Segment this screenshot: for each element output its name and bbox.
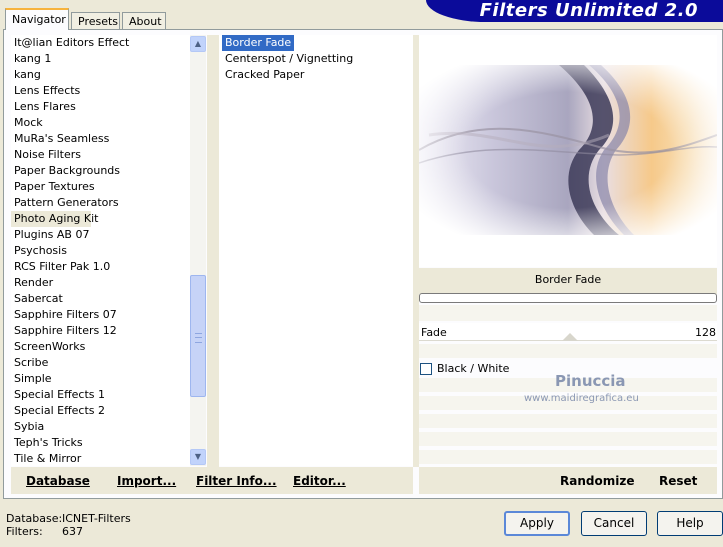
progress-bar	[419, 293, 717, 303]
category-item[interactable]: Scribe	[11, 355, 190, 371]
randomize-link[interactable]: Randomize	[560, 474, 634, 488]
category-item[interactable]: Sabercat	[11, 291, 190, 307]
category-item[interactable]: Pattern Generators	[11, 195, 190, 211]
category-item[interactable]: MuRa's Seamless	[11, 131, 190, 147]
cancel-button[interactable]: Cancel	[581, 511, 647, 536]
category-item[interactable]: Teph's Tricks	[11, 435, 190, 451]
category-item[interactable]: Render	[11, 275, 190, 291]
category-list[interactable]: It@lian Editors Effect kang 1 kang Lens Eff…	[11, 35, 190, 466]
category-item[interactable]: ScreenWorks	[11, 339, 190, 355]
category-item[interactable]: kang	[11, 67, 190, 83]
tab-about[interactable]: About	[122, 12, 166, 29]
category-item[interactable]: Lens Flares	[11, 99, 190, 115]
fade-value: 128	[695, 326, 716, 339]
editor-link[interactable]: Editor...	[293, 474, 346, 488]
database-label: Database:	[6, 512, 63, 525]
filters-label: Filters:	[6, 525, 43, 538]
category-item[interactable]: Lens Effects	[11, 83, 190, 99]
category-item[interactable]: Paper Textures	[11, 179, 190, 195]
chevron-up-icon[interactable]: ▲	[190, 36, 206, 52]
category-item[interactable]: Psychosis	[11, 243, 190, 259]
database-value: ICNET-Filters	[62, 512, 131, 525]
filters-count: 637	[62, 525, 83, 538]
filter-item[interactable]: Centerspot / Vignetting	[222, 51, 353, 67]
chevron-down-icon[interactable]: ▼	[190, 449, 206, 465]
category-item[interactable]: Sapphire Filters 12	[11, 323, 190, 339]
scroll-thumb[interactable]	[190, 275, 206, 397]
watermark-name: Pinuccia	[555, 372, 626, 390]
category-item[interactable]: Mock	[11, 115, 190, 131]
tab-presets[interactable]: Presets	[71, 12, 120, 29]
database-link[interactable]: Database	[26, 474, 90, 488]
category-item[interactable]: Plugins AB 07	[11, 227, 190, 243]
black-white-checkbox[interactable]	[420, 363, 432, 375]
category-item[interactable]: Sapphire Filters 07	[11, 307, 190, 323]
category-item[interactable]: RCS Filter Pak 1.0	[11, 259, 190, 275]
filter-item[interactable]: Cracked Paper	[222, 67, 304, 83]
black-white-label: Black / White	[437, 362, 510, 375]
pane-divider	[207, 35, 219, 467]
fade-slider-thumb[interactable]	[562, 333, 578, 341]
category-item[interactable]: Tile & Mirror	[11, 451, 190, 466]
category-item[interactable]: Special Effects 1	[11, 387, 190, 403]
control-row	[419, 450, 717, 464]
category-item[interactable]: Simple	[11, 371, 190, 387]
app-brand-banner: Filters Unlimited 2.0	[426, 0, 723, 22]
category-item[interactable]: kang 1	[11, 51, 190, 67]
reset-link[interactable]: Reset	[659, 474, 697, 488]
tab-navigator[interactable]: Navigator	[5, 8, 69, 30]
control-row	[419, 414, 717, 428]
control-row	[419, 305, 717, 321]
filter-list[interactable]: Border Fade Centerspot / Vignetting Cracke…	[219, 35, 413, 466]
help-button[interactable]: Help	[657, 511, 723, 536]
filter-title: Border Fade	[419, 268, 717, 294]
filter-info-link[interactable]: Filter Info...	[196, 474, 277, 488]
category-item[interactable]: Special Effects 2	[11, 403, 190, 419]
category-item[interactable]: Photo Aging Kit	[11, 211, 98, 227]
filter-item[interactable]: Border Fade	[222, 35, 295, 51]
category-item[interactable]: Paper Backgrounds	[11, 163, 190, 179]
category-scrollbar[interactable]: ▲ ▼	[190, 35, 206, 466]
import-link[interactable]: Import...	[117, 474, 176, 488]
apply-button[interactable]: Apply	[504, 511, 570, 536]
control-row	[419, 432, 717, 446]
fade-label: Fade	[421, 326, 447, 339]
grip-icon	[195, 333, 202, 343]
watermark-url: www.maidiregrafica.eu	[524, 393, 639, 404]
category-item[interactable]: Sybia	[11, 419, 190, 435]
category-item[interactable]: It@lian Editors Effect	[11, 35, 190, 51]
category-item[interactable]: Noise Filters	[11, 147, 190, 163]
preview-image	[419, 35, 717, 267]
control-row	[419, 344, 717, 358]
